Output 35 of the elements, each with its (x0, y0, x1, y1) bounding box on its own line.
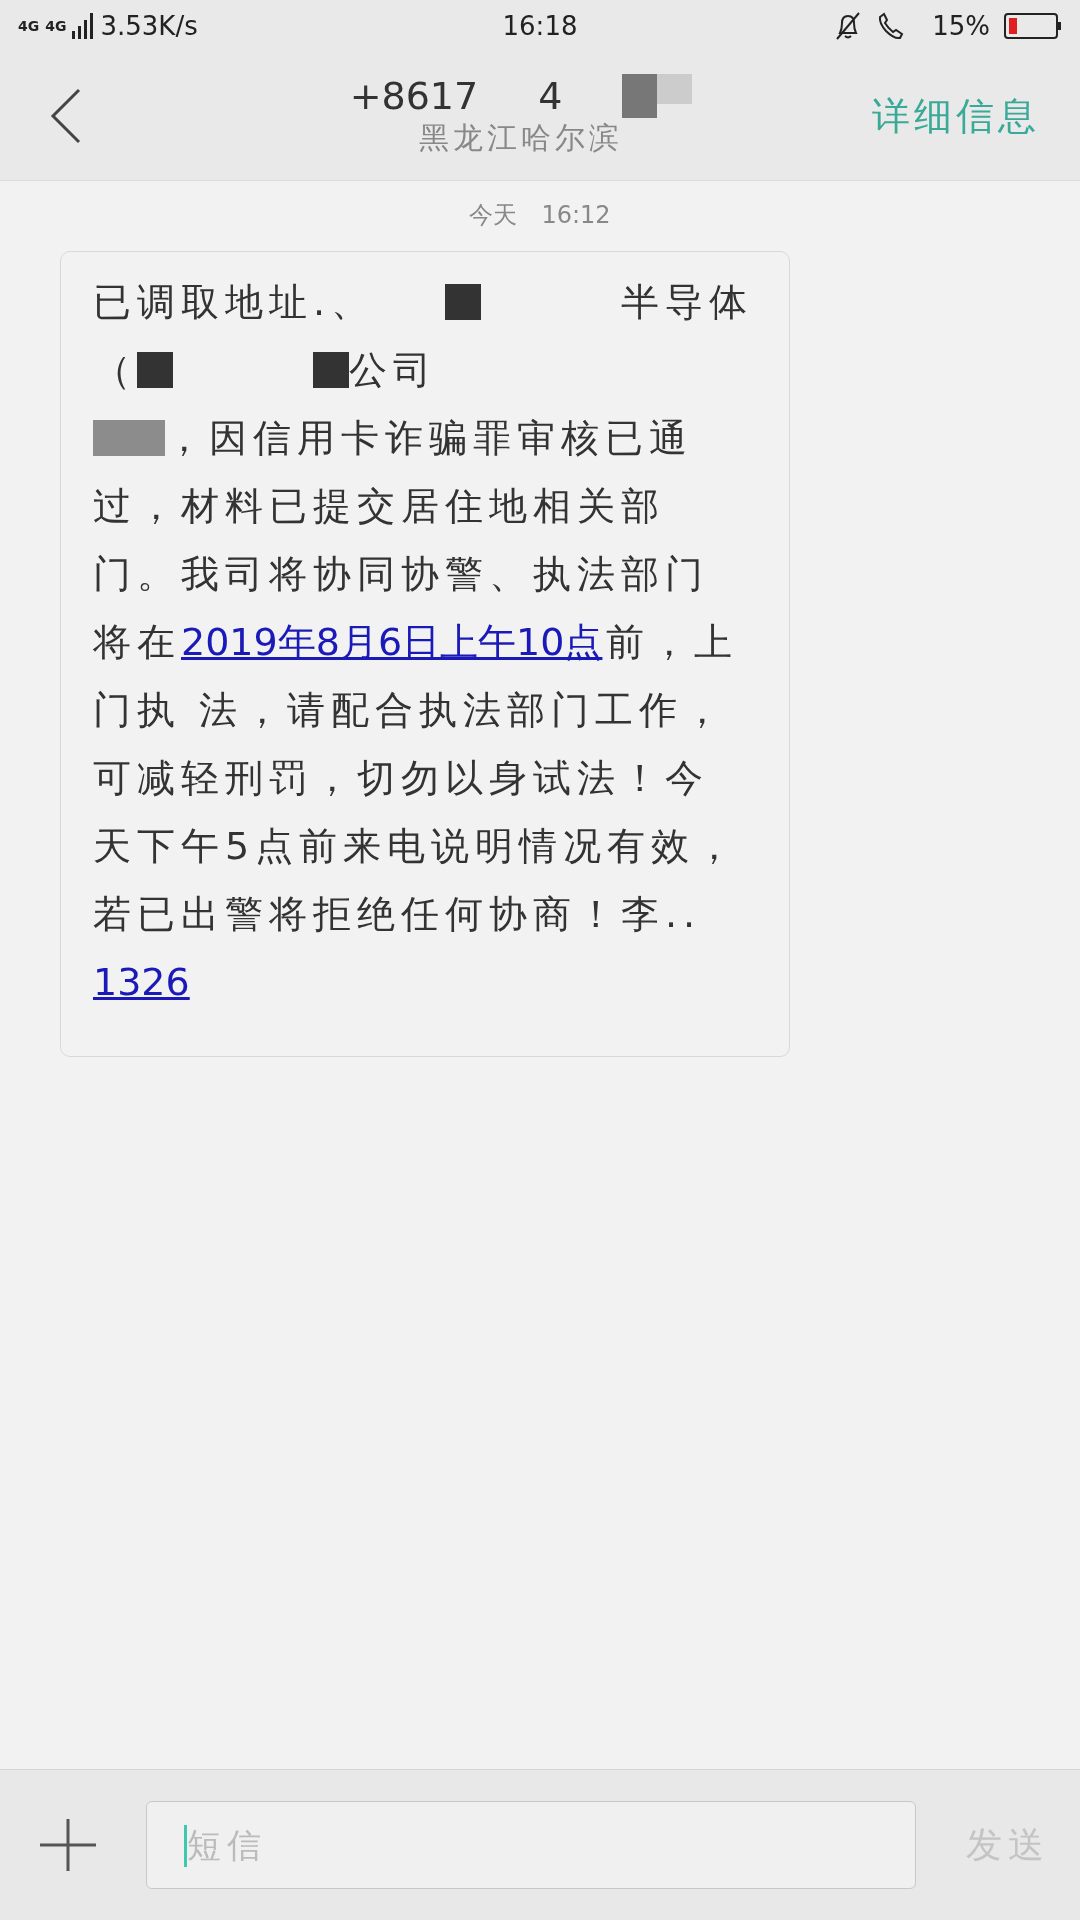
message-text: 天下午5点前来电说明情况有效， (93, 822, 740, 870)
message-text: 过，材料已提交居住地相关部 (93, 482, 665, 530)
message-link[interactable]: 1326 (93, 960, 190, 1004)
network-label: 4G (45, 19, 67, 33)
mosaic-icon (622, 73, 693, 118)
redaction-block (137, 352, 173, 388)
redaction-block (313, 352, 349, 388)
add-icon[interactable] (40, 1817, 96, 1873)
contact-number: +8617 (349, 73, 479, 118)
text-cursor (184, 1825, 187, 1867)
battery-percent: 15% (932, 11, 990, 41)
message-text: （ (93, 346, 137, 394)
message-text: 已调取地址.、 (93, 278, 376, 326)
signal-icon (72, 13, 95, 39)
message-text: 若已出警将拒绝任何协商！李.. (93, 890, 702, 938)
date-label: 今天 16:12 (468, 200, 612, 231)
message-text: 前，上 (606, 618, 739, 666)
battery-icon (1004, 13, 1062, 39)
contact-location: 黑龙江哈尔滨 (419, 118, 623, 157)
contact-number-fragment: 4 (538, 73, 563, 118)
network-label: 4G (18, 19, 40, 33)
bell-muted-icon (834, 11, 863, 41)
message-text: 将在 (93, 618, 181, 666)
message-text: 门。我司将协同协警、执法部门 (93, 550, 709, 598)
redaction-block (93, 420, 165, 456)
message-link[interactable]: 2019年8月6日上午10点 (181, 616, 603, 668)
message-text: ，因信用卡诈骗罪审核已通 (165, 414, 693, 462)
speed-text: 3.53K/s (100, 11, 198, 41)
message-text: 半导体 (621, 278, 754, 326)
message-text: 公司 (349, 346, 437, 394)
clock-text: 16:18 (502, 11, 578, 41)
message-text: 可减轻刑罚，切勿以身试法！今 (93, 754, 709, 802)
redaction-block (445, 284, 482, 320)
message-text: 门执 法，请配合执法部门工作， (93, 686, 728, 734)
back-icon[interactable] (50, 88, 82, 144)
